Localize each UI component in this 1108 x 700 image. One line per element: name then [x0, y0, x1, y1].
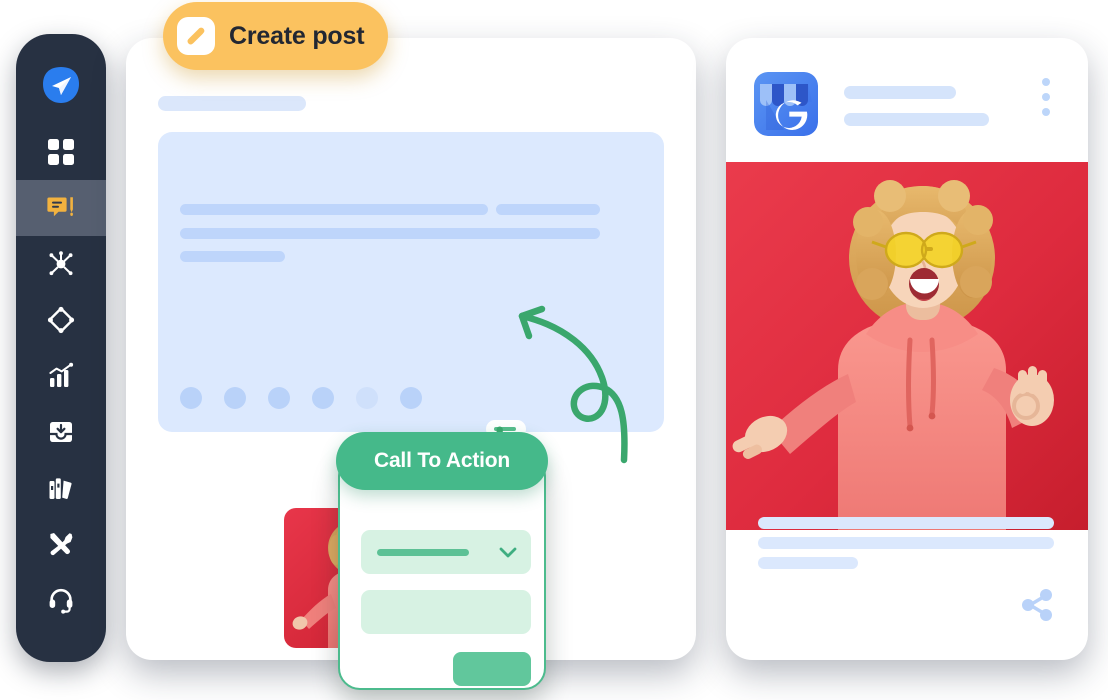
cta-select-value-placeholder [377, 549, 469, 556]
cta-submit-button[interactable] [453, 652, 531, 686]
create-post-chat-pencil-icon [47, 194, 75, 222]
preview-body-skeleton-line [758, 537, 1054, 549]
preview-post-image [726, 162, 1088, 530]
sidebar-item-library[interactable] [16, 460, 106, 516]
option-dot-active[interactable] [356, 387, 378, 409]
content-skeleton-line [180, 204, 488, 215]
option-dot[interactable] [268, 387, 290, 409]
cta-header-pill: Call To Action [336, 432, 548, 490]
paper-plane-logo-icon [40, 64, 82, 106]
network-share-icon [47, 250, 75, 278]
chevron-down-icon [499, 546, 517, 564]
kebab-dot [1042, 108, 1050, 116]
content-skeleton-line [180, 251, 285, 262]
sidebar [16, 34, 106, 662]
preview-body-skeleton-line [758, 517, 1054, 529]
sidebar-item-channels[interactable] [16, 236, 106, 292]
inbox-download-icon [47, 418, 75, 446]
sidebar-item-tools[interactable] [16, 516, 106, 572]
sidebar-item-dashboard[interactable] [16, 124, 106, 180]
google-my-business-icon [754, 72, 818, 136]
app-stage: Create post Call To Action [0, 0, 1108, 700]
headset-support-icon [47, 586, 75, 614]
diamond-target-icon [47, 306, 75, 334]
sidebar-item-logo[interactable] [16, 46, 106, 124]
dashboard-grid-icon [48, 139, 74, 165]
analytics-chart-icon [47, 362, 75, 390]
kebab-dot [1042, 78, 1050, 86]
cta-type-select[interactable] [361, 530, 531, 574]
share-nodes-icon[interactable] [1018, 586, 1056, 624]
call-to-action-panel: Call To Action [336, 432, 548, 692]
profile-meta-placeholder [844, 113, 989, 126]
option-dot[interactable] [224, 387, 246, 409]
sidebar-item-create-post[interactable] [16, 180, 106, 236]
sidebar-item-campaigns[interactable] [16, 292, 106, 348]
editor-title-placeholder [158, 96, 306, 111]
create-post-badge[interactable]: Create post [163, 2, 389, 70]
option-dot[interactable] [180, 387, 202, 409]
cta-link-field[interactable] [361, 590, 531, 634]
content-skeleton-line [180, 228, 600, 239]
preview-body-skeleton-line [758, 557, 858, 569]
kebab-menu-icon[interactable] [1042, 78, 1054, 120]
sidebar-item-analytics[interactable] [16, 348, 106, 404]
sidebar-item-inbox[interactable] [16, 404, 106, 460]
option-dot[interactable] [400, 387, 422, 409]
create-post-badge-label: Create post [229, 21, 365, 50]
content-skeleton-line [496, 204, 600, 215]
kebab-dot [1042, 93, 1050, 101]
profile-name-placeholder [844, 86, 956, 99]
option-dot[interactable] [312, 387, 334, 409]
sidebar-item-support[interactable] [16, 572, 106, 628]
tools-wrench-icon [47, 530, 75, 558]
library-books-icon [47, 474, 75, 502]
pencil-edit-icon [177, 17, 215, 55]
cta-header-label: Call To Action [373, 449, 511, 472]
